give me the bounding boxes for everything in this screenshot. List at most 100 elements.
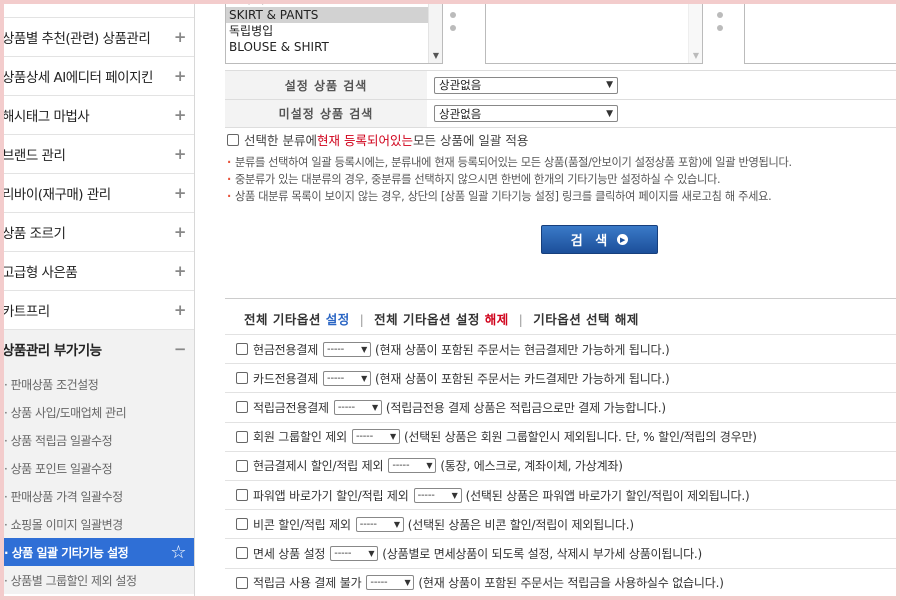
sidebar-item[interactable]: 상품상세 AI에디터 페이지킨 + [4, 57, 194, 96]
sidebar-section-product-extras[interactable]: 상품관리 부가기능 − [4, 330, 194, 368]
option-checkbox[interactable] [236, 430, 248, 443]
sidebar-item-label: 상품 조르기 [4, 226, 66, 242]
sidebar-subitem[interactable]: · 상품 사입/도매업체 관리 [4, 398, 194, 426]
option-checkbox[interactable] [236, 489, 248, 502]
option-checkbox[interactable] [236, 547, 248, 560]
sidebar-subitem[interactable]: · 상품 포인트 일괄수정 [4, 454, 194, 482]
category-option[interactable]: SKIRT & PANTS [226, 7, 442, 23]
sidebar-submenu: · 판매상품 조건설정 · 상품 사입/도매업체 관리 · 상품 적립금 일괄수정 ·… [4, 368, 194, 594]
sidebar-top-spacer [4, 4, 194, 18]
option-row: 비콘 할인/적립 제외 ----- ▼ (선택된 상품은 비콘 할인/적립이 제외됩니… [225, 509, 896, 538]
deselect-options-link[interactable]: 기타옵션 선택 해제 [533, 312, 639, 327]
plus-icon[interactable]: + [174, 28, 187, 46]
option-row: 현금결제시 할인/적립 제외 ----- ▼ (통장, 에스크로, 계좌이체, 가상계… [225, 450, 896, 480]
sidebar-item-label: 상품별 추천(관련) 상품관리 [4, 31, 151, 47]
sidebar-item[interactable]: 상품 조르기 + [4, 213, 194, 252]
option-select[interactable]: ----- ▼ [366, 575, 415, 591]
scroll-down-icon[interactable]: ▼ [693, 51, 699, 60]
option-select[interactable]: ----- ▼ [330, 545, 379, 561]
sidebar-item[interactable]: 해시태그 마법사 + [4, 96, 194, 135]
select-value: ----- [327, 372, 345, 384]
option-row: 카드전용결제 ----- ▼ (현재 상품이 포함된 주문서는 카드결제만 가능하게 … [225, 363, 896, 392]
option-checkbox[interactable] [236, 343, 248, 356]
chevron-down-icon: ▼ [451, 490, 458, 500]
option-label: 적립금 사용 결제 불가 [253, 576, 362, 591]
plus-icon[interactable]: + [174, 262, 187, 280]
option-checkbox[interactable] [236, 372, 248, 385]
option-select[interactable]: ----- ▼ [355, 516, 404, 532]
category-option[interactable]: BLOUSE & SHIRT [226, 39, 442, 55]
header-separator: | [359, 312, 365, 327]
transfer-dots [717, 12, 727, 38]
sidebar-item[interactable]: 고급형 사은품 + [4, 252, 194, 291]
sidebar-section-label: 상품관리 부가기능 [4, 343, 102, 359]
option-checkbox[interactable] [236, 459, 248, 472]
sidebar-subitem[interactable]: · 판매상품 조건설정 [4, 370, 194, 398]
sidebar-item[interactable]: 브랜드 관리 + [4, 135, 194, 174]
option-checkbox[interactable] [236, 401, 248, 414]
option-description: (통장, 에스크로, 계좌이체, 가상계좌) [440, 459, 623, 474]
plus-icon[interactable]: + [174, 106, 187, 124]
header-text: 전체 기타옵션 [244, 312, 326, 327]
option-label: 카드전용결제 [253, 371, 319, 386]
plus-icon[interactable]: + [174, 223, 187, 241]
plus-icon[interactable]: + [174, 301, 187, 319]
option-select[interactable]: ----- ▼ [413, 487, 462, 503]
select-value: ----- [337, 401, 355, 413]
unset-product-select[interactable]: 상관없음 ▼ [434, 105, 618, 122]
category-list-minor[interactable] [744, 4, 896, 64]
chevron-down-icon: ▼ [361, 373, 368, 383]
note-item: · 상품 대분류 목록이 보이지 않는 경우, 상단의 [상품 일괄 기타기능 설… [227, 190, 772, 203]
plus-icon[interactable]: + [174, 67, 187, 85]
apply-all-text-end: 모든 상품에 일괄 적용 [412, 133, 529, 148]
chevron-down-icon: ▼ [426, 461, 433, 471]
clear-all-options-link[interactable]: 해제 [485, 312, 509, 327]
option-select[interactable]: ----- ▼ [323, 370, 372, 386]
play-icon: ▶ [617, 234, 629, 245]
scrollbar[interactable]: ▼ [688, 4, 702, 63]
sidebar-item[interactable]: 상품별 추천(관련) 상품관리 + [4, 18, 194, 57]
chevron-down-icon: ▼ [368, 548, 375, 558]
set-product-select[interactable]: 상관없음 ▼ [434, 76, 618, 94]
scrollbar[interactable]: ▼ [428, 4, 442, 63]
apply-all-option[interactable]: 선택한 분류에 현재 등록되어있는 모든 상품에 일괄 적용 [227, 130, 528, 149]
chevron-down-icon: ▼ [606, 80, 613, 90]
set-all-options-link[interactable]: 설정 [326, 312, 350, 327]
option-rows: 현금전용결제 ----- ▼ (현재 상품이 포함된 주문서는 현금결제만 가능하게 … [225, 334, 896, 596]
sidebar-subitem[interactable]: · 상품별 그룹할인 제외 설정 [4, 566, 194, 594]
option-select[interactable]: ----- ▼ [333, 399, 382, 415]
category-list-middle[interactable]: SKIRT ▼ [485, 4, 703, 64]
sidebar-item[interactable]: 리바이(재구매) 관리 + [4, 174, 194, 213]
apply-all-checkbox[interactable] [227, 133, 239, 146]
category-option[interactable]: 스커트/팬츠 [226, 4, 442, 7]
sidebar-subitem[interactable]: · 쇼핑몰 이미지 일괄변경 [4, 510, 194, 538]
category-option[interactable]: SKIRT [489, 4, 702, 7]
option-row: 파워앱 바로가기 할인/적립 제외 ----- ▼ (선택된 상품은 파워앱 바로가기… [225, 479, 896, 509]
plus-icon[interactable]: + [174, 184, 187, 202]
sidebar-subitem[interactable]: · 판매상품 가격 일괄수정 [4, 482, 194, 510]
collapse-icon[interactable]: − [174, 340, 187, 358]
option-label: 적립금전용결제 [253, 400, 329, 415]
sidebar-subitem[interactable]: · 상품 적립금 일괄수정 [4, 426, 194, 454]
option-select[interactable]: ----- ▼ [323, 341, 372, 357]
sidebar-subitem-label: · 쇼핑몰 이미지 일괄변경 [4, 517, 123, 532]
sidebar-subitem-label: · 판매상품 조건설정 [4, 377, 99, 392]
select-value: ----- [392, 460, 410, 472]
search-button-label: 검 색 [570, 234, 612, 249]
sidebar-subitem-active[interactable]: · 상품 일괄 기타기능 설정 ☆ [4, 538, 194, 566]
option-checkbox[interactable] [236, 518, 248, 531]
option-select[interactable]: ----- ▼ [351, 429, 400, 445]
option-checkbox[interactable] [236, 576, 248, 589]
option-select[interactable]: ----- ▼ [388, 458, 437, 474]
scroll-down-icon[interactable]: ▼ [433, 51, 439, 60]
chevron-down-icon: ▼ [404, 578, 411, 588]
option-description: (현재 상품이 포함된 주문서는 카드결제만 가능하게 됩니다.) [375, 371, 670, 386]
category-option[interactable]: 독립병입 [226, 23, 442, 39]
sidebar-subitem-label: · 상품 적립금 일괄수정 [4, 433, 113, 448]
sidebar-item[interactable]: 카트프리 + [4, 291, 194, 330]
search-button[interactable]: 검 색 ▶ [541, 225, 658, 254]
sidebar-subitem-label: · 판매상품 가격 일괄수정 [4, 489, 123, 504]
plus-icon[interactable]: + [174, 145, 187, 163]
star-icon[interactable]: ☆ [170, 542, 186, 563]
category-list-major[interactable]: 스커트/팬츠SKIRT & PANTS독립병입BLOUSE & SHIRT ▼ [225, 4, 443, 64]
